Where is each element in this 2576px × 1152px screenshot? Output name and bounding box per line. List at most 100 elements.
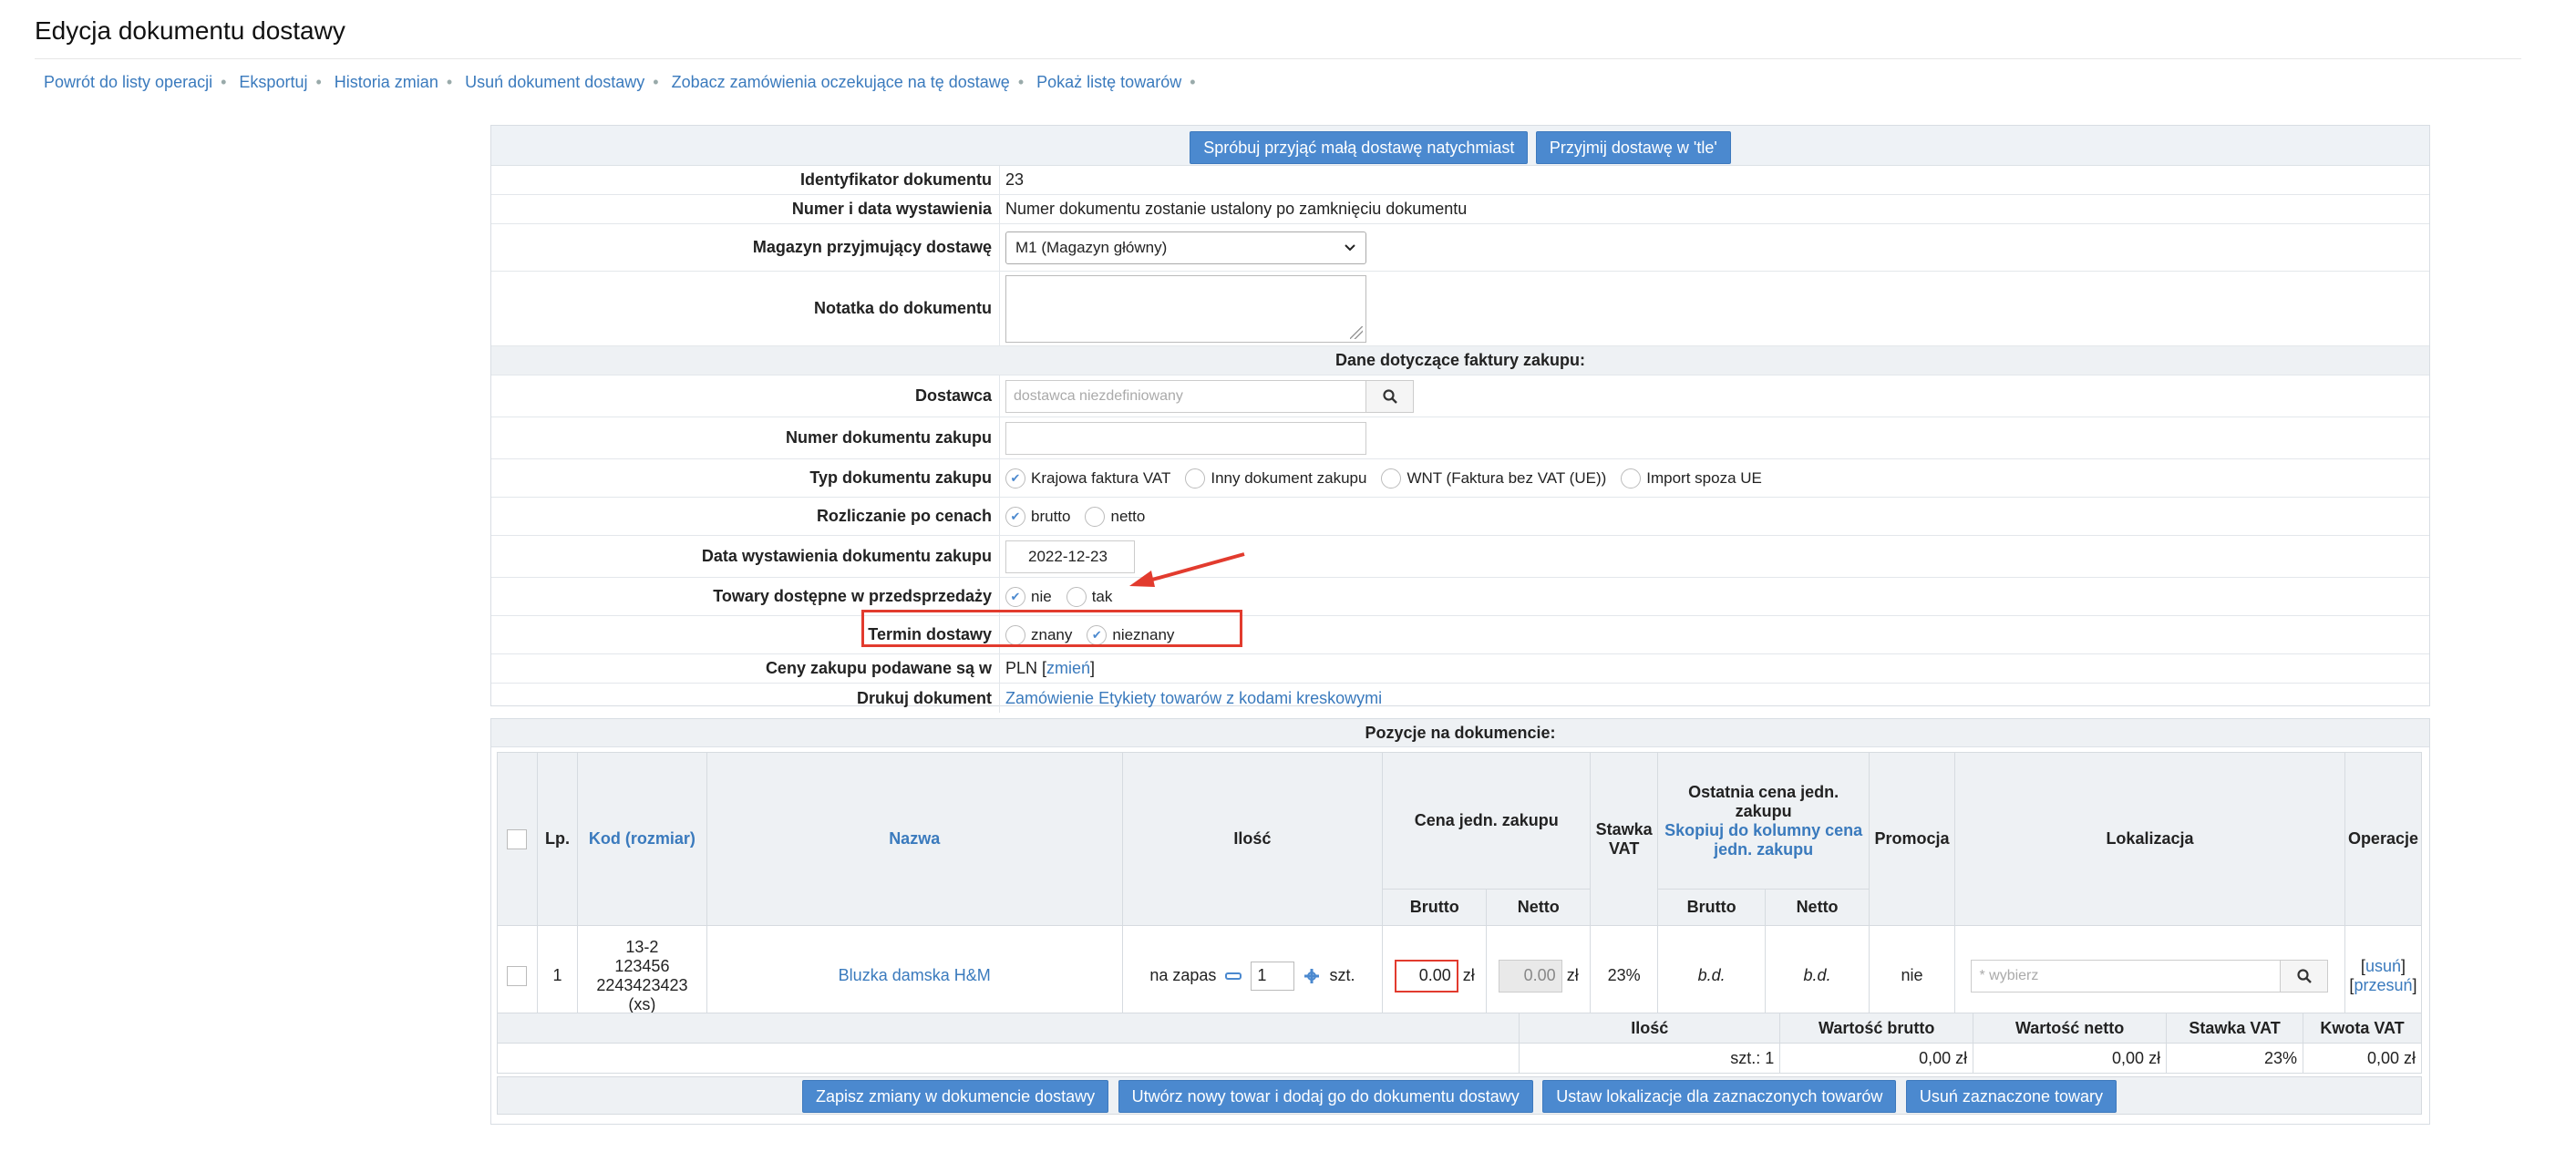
show-products-link[interactable]: Pokaż listę towarów <box>1036 73 1181 91</box>
separator: • <box>653 73 659 91</box>
change-currency-link[interactable]: zmień <box>1046 659 1090 678</box>
row-checkbox[interactable] <box>507 965 528 986</box>
radio-checked[interactable] <box>1005 506 1025 527</box>
separator: • <box>446 73 453 91</box>
doc-type-option-wnt[interactable]: WNT (Faktura bez VAT (UE)) <box>1381 468 1606 489</box>
note-label: Notatka do dokumentu <box>491 272 1000 345</box>
resize-grip-icon[interactable] <box>1350 325 1363 339</box>
doc-number-label: Numer i data wystawienia <box>491 195 1000 223</box>
supplier-input[interactable]: dostawca niezdefiniowany <box>1005 379 1366 413</box>
gross-price-input[interactable]: 0.00 <box>1394 959 1458 993</box>
presale-option-no[interactable]: nie <box>1005 586 1052 607</box>
delivery-term-row: Termin dostawy znany nieznany <box>491 616 2429 654</box>
document-form-panel: Spróbuj przyjąć małą dostawę natychmiast… <box>490 125 2430 713</box>
remove-selected-button[interactable]: Usuń zaznaczone towary <box>1905 1080 2117 1113</box>
items-section-title: Pozycje na dokumencie: <box>491 719 2429 747</box>
issue-date-input[interactable]: 2022-12-23 <box>1005 540 1135 573</box>
warehouse-label: Magazyn przyjmujący dostawę <box>491 224 1000 271</box>
supplier-search-button[interactable] <box>1366 379 1414 413</box>
pricing-option-net[interactable]: netto <box>1085 506 1145 527</box>
pricing-row: Rozliczanie po cenach brutto netto <box>491 498 2429 536</box>
pending-orders-link[interactable]: Zobacz zamówienia oczekujące na tę dosta… <box>672 73 1010 91</box>
warehouse-row: Magazyn przyjmujący dostawę M1 (Magazyn … <box>491 224 2429 272</box>
radio-checked[interactable] <box>1005 586 1025 607</box>
bottom-button-bar: Zapisz zmiany w dokumencie dostawy Utwór… <box>497 1076 2422 1115</box>
top-button-bar: Spróbuj przyjąć małą dostawę natychmiast… <box>491 126 2429 166</box>
search-icon <box>1382 388 1397 404</box>
change-history-link[interactable]: Historia zmian <box>335 73 438 91</box>
arrow-annotation <box>1129 552 1245 587</box>
col-code[interactable]: Kod (rozmiar) <box>576 752 707 926</box>
row-name-link[interactable]: Bluzka damska H&M <box>706 925 1123 1026</box>
items-table: Lp. Kod (rozmiar) Nazwa Ilość Cena jedn.… <box>497 752 2423 1026</box>
row-last-gross: b.d. <box>1657 925 1767 1026</box>
doc-type-option-domestic[interactable]: Krajowa faktura VAT <box>1005 468 1170 489</box>
radio-unchecked[interactable] <box>1085 506 1106 527</box>
delete-document-link[interactable]: Usuń dokument dostawy <box>465 73 644 91</box>
qty-input[interactable]: 1 <box>1251 961 1295 991</box>
col-name[interactable]: Nazwa <box>706 752 1123 926</box>
summary-vat-rate-header: Stawka VAT <box>2166 1013 2304 1044</box>
title-divider <box>35 58 2521 59</box>
summary-gross: 0,00 zł <box>1779 1043 1974 1074</box>
radio-unchecked[interactable] <box>1066 586 1087 607</box>
doc-type-option-import[interactable]: Import spoza UE <box>1621 468 1762 489</box>
row-operations: [usuń] [przesuń] <box>2344 925 2423 1026</box>
doc-number-value: Numer dokumentu zostanie ustalony po zam… <box>1005 200 1468 218</box>
radio-unchecked[interactable] <box>1621 468 1642 489</box>
row-qty: na zapas 1 szt. <box>1121 925 1384 1026</box>
summary-vat-amount: 0,00 zł <box>2303 1043 2422 1074</box>
presale-option-yes[interactable]: tak <box>1066 586 1112 607</box>
supplier-label: Dostawca <box>491 375 1000 417</box>
save-document-button[interactable]: Zapisz zmiany w dokumencie dostawy <box>802 1080 1109 1113</box>
invoice-section-header: Dane dotyczące faktury zakupu: <box>491 346 2429 375</box>
location-select[interactable]: * wybierz <box>1971 959 2282 993</box>
copy-to-price-link[interactable]: Skopiuj do kolumny cena jedn. zakupu <box>1659 821 1868 859</box>
col-lp: Lp. <box>536 752 578 926</box>
currency-label: zł <box>1462 965 1475 984</box>
separator: • <box>1017 73 1025 91</box>
row-code: 13-2 123456 2243423423 (xs) <box>576 925 707 1026</box>
row-gross-cell: 0.00 zł <box>1382 925 1488 1026</box>
radio-checked[interactable] <box>1005 468 1025 489</box>
delivery-term-highlight <box>861 610 1242 647</box>
items-panel: Pozycje na dokumencie: Lp. Kod (rozmiar)… <box>490 718 2430 1125</box>
summary-gross-header: Wartość brutto <box>1779 1013 1974 1044</box>
col-last-price: Ostatnia cena jedn. zakupu Skopiuj do ko… <box>1657 752 1870 890</box>
delete-row-link[interactable]: usuń <box>2365 957 2401 975</box>
warehouse-selected-value: M1 (Magazyn główny) <box>1015 238 1168 256</box>
minus-icon[interactable] <box>1224 970 1242 982</box>
row-promo: nie <box>1869 925 1956 1026</box>
print-barcode-labels-link[interactable]: Etykiety towarów z kodami kreskowymi <box>1098 689 1382 708</box>
warehouse-select[interactable]: M1 (Magazyn główny) <box>1005 231 1366 264</box>
location-search-button[interactable] <box>2281 959 2329 993</box>
quick-receive-button[interactable]: Spróbuj przyjąć małą dostawę natychmiast <box>1190 131 1529 164</box>
doc-number-row: Numer i data wystawienia Numer dokumentu… <box>491 195 2429 224</box>
move-row-link[interactable]: przesuń <box>2354 976 2412 994</box>
create-product-button[interactable]: Utwórz nowy towar i dodaj go do dokument… <box>1118 1080 1533 1113</box>
note-textarea[interactable] <box>1005 274 1366 343</box>
col-unit-gross: Brutto <box>1382 889 1488 926</box>
table-row: 1 13-2 123456 2243423423 (xs) Bluzka dam… <box>497 925 2423 1026</box>
pricing-option-gross[interactable]: brutto <box>1005 506 1070 527</box>
print-order-link[interactable]: Zamówienie <box>1005 689 1094 708</box>
search-icon <box>2297 968 2312 983</box>
col-unit-price: Cena jedn. zakupu <box>1382 752 1592 890</box>
radio-unchecked[interactable] <box>1381 468 1402 489</box>
purchase-number-input[interactable] <box>1005 421 1366 455</box>
doc-id-row: Identyfikator dokumentu 23 <box>491 166 2429 195</box>
doc-type-option-other[interactable]: Inny dokument zakupu <box>1185 468 1366 489</box>
row-last-net: b.d. <box>1765 925 1870 1026</box>
back-to-operations-link[interactable]: Powrót do listy operacji <box>44 73 212 91</box>
col-promo: Promocja <box>1869 752 1956 926</box>
select-all-checkbox[interactable] <box>507 828 528 849</box>
page-title: Edycja dokumentu dostawy <box>35 16 345 45</box>
plus-icon[interactable] <box>1303 967 1321 985</box>
radio-unchecked[interactable] <box>1185 468 1206 489</box>
summary-qty-header: Ilość <box>1519 1013 1781 1044</box>
set-location-button[interactable]: Ustaw lokalizacje dla zaznaczonych towar… <box>1542 1080 1897 1113</box>
print-row: Drukuj dokument Zamówienie Etykiety towa… <box>491 684 2429 713</box>
export-link[interactable]: Eksportuj <box>239 73 307 91</box>
note-row: Notatka do dokumentu <box>491 272 2429 346</box>
background-receive-button[interactable]: Przyjmij dostawę w 'tle' <box>1535 131 1731 164</box>
